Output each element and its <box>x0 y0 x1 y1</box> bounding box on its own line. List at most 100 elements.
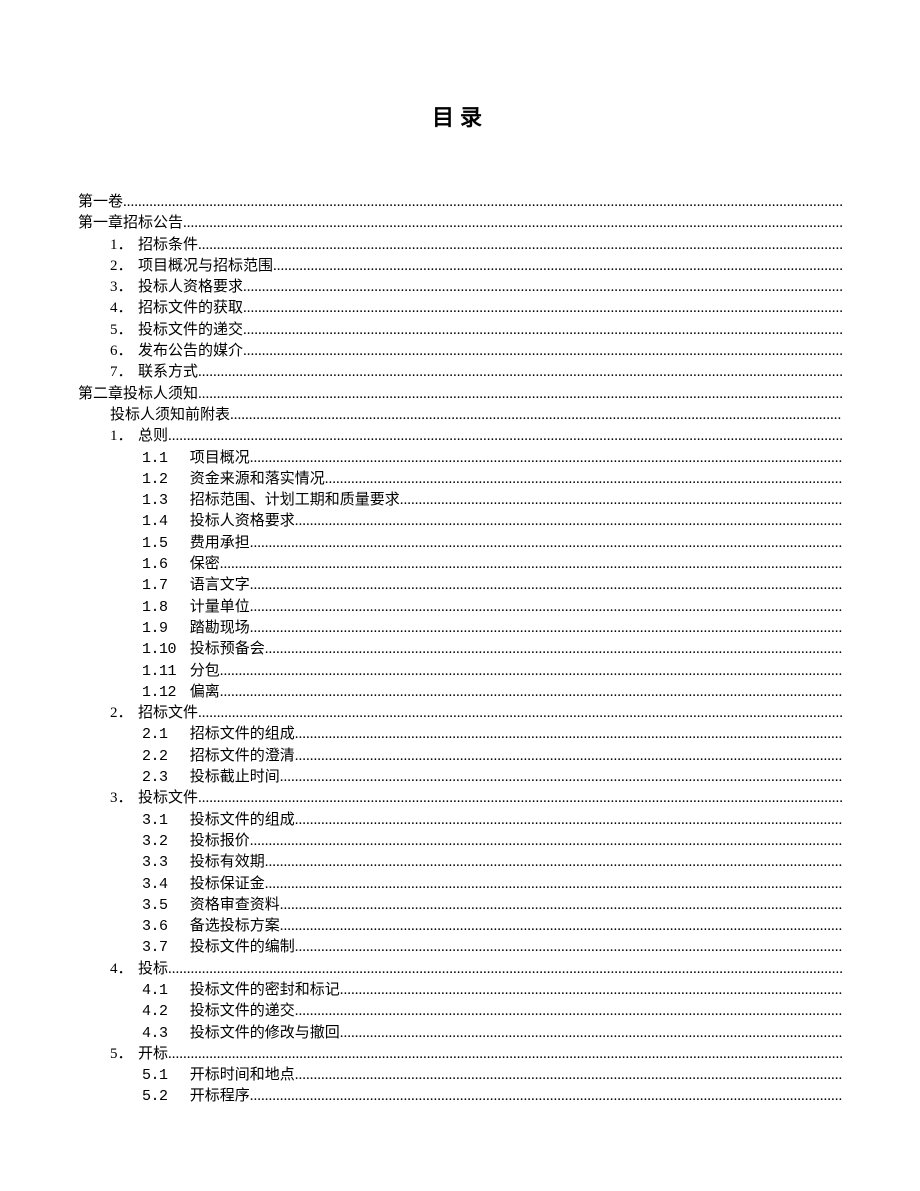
toc-entry: 3.3 投标有效期 <box>78 852 842 873</box>
toc-entry-number: 1.2 <box>142 469 186 490</box>
toc-entry: 3.6 备选投标方案 <box>78 916 842 937</box>
toc-entry-number: 1.11 <box>142 661 186 682</box>
toc-entry-label: 4．投标 <box>110 959 168 980</box>
toc-entry-text: 投标报价 <box>190 833 250 849</box>
toc-entry-label: 1.12 偏离 <box>142 682 220 703</box>
toc-entry: 4．投标 <box>78 959 842 980</box>
toc-leader-dots <box>198 362 842 383</box>
toc-entry-text: 投标文件 <box>138 790 198 806</box>
toc-entry: 3.2 投标报价 <box>78 831 842 852</box>
toc-leader-dots <box>168 1044 842 1065</box>
toc-entry-text: 第一章招标公告 <box>78 215 183 231</box>
toc-entry-number: 3.7 <box>142 937 186 958</box>
toc-entry: 1.11 分包 <box>78 661 842 682</box>
toc-entry: 1．招标条件 <box>78 235 842 256</box>
toc-entry-text: 招标条件 <box>138 237 198 253</box>
toc-entry: 1．总则 <box>78 426 842 447</box>
toc-entry-text: 费用承担 <box>190 535 250 551</box>
toc-entry-number: 5． <box>110 320 138 341</box>
toc-entry-text: 联系方式 <box>138 364 198 380</box>
toc-entry: 2．项目概况与招标范围 <box>78 256 842 277</box>
toc-entry-text: 投标人资格要求 <box>190 513 295 529</box>
toc-entry-number: 2.1 <box>142 724 186 745</box>
toc-entry-number: 2． <box>110 703 138 724</box>
toc-entry-label: 2．项目概况与招标范围 <box>110 256 273 277</box>
toc-entry-number: 4.1 <box>142 980 186 1001</box>
toc-leader-dots <box>295 746 842 767</box>
toc-leader-dots <box>123 192 842 213</box>
toc-entry: 5.2 开标程序 <box>78 1086 842 1107</box>
toc-leader-dots <box>250 597 842 618</box>
toc-entry-number: 5． <box>110 1044 138 1065</box>
toc-entry: 1.5 费用承担 <box>78 533 842 554</box>
toc-entry-number: 2． <box>110 256 138 277</box>
toc-entry-number: 7． <box>110 362 138 383</box>
table-of-contents: 第一卷 第一章招标公告 1．招标条件 2．项目概况与招标范围 3．投标人资格要求… <box>78 192 842 1108</box>
toc-entry-label: 3.4 投标保证金 <box>142 874 265 895</box>
toc-entry-label: 3.6 备选投标方案 <box>142 916 280 937</box>
toc-entry-text: 投标有效期 <box>190 854 265 870</box>
toc-entry: 3．投标人资格要求 <box>78 277 842 298</box>
toc-entry-text: 开标 <box>138 1046 168 1062</box>
toc-entry-label: 1.2 资金来源和落实情况 <box>142 469 325 490</box>
toc-entry-text: 语言文字 <box>190 577 250 593</box>
toc-entry-text: 项目概况与招标范围 <box>138 258 273 274</box>
toc-entry-number: 1.6 <box>142 554 186 575</box>
toc-entry-label: 5.2 开标程序 <box>142 1086 250 1107</box>
toc-entry-text: 计量单位 <box>190 599 250 615</box>
toc-entry-text: 招标文件 <box>138 705 198 721</box>
toc-entry: 4．招标文件的获取 <box>78 298 842 319</box>
toc-entry-text: 投标截止时间 <box>190 769 280 785</box>
toc-entry-number: 1.12 <box>142 682 186 703</box>
toc-entry-text: 项目概况 <box>190 450 250 466</box>
toc-entry-text: 开标程序 <box>190 1088 250 1104</box>
toc-leader-dots <box>198 235 842 256</box>
toc-entry-label: 1.5 费用承担 <box>142 533 250 554</box>
toc-entry-number: 5.1 <box>142 1065 186 1086</box>
toc-leader-dots <box>220 682 842 703</box>
toc-entry: 4.1 投标文件的密封和标记 <box>78 980 842 1001</box>
toc-entry-text: 投标文件的递交 <box>190 1003 295 1019</box>
toc-entry-label: 1.8 计量单位 <box>142 597 250 618</box>
toc-leader-dots <box>340 1023 842 1044</box>
toc-entry-text: 发布公告的媒介 <box>138 343 243 359</box>
toc-entry-text: 开标时间和地点 <box>190 1067 295 1083</box>
toc-entry-label: 7．联系方式 <box>110 362 198 383</box>
toc-entry: 1.3 招标范围、计划工期和质量要求 <box>78 490 842 511</box>
toc-entry-number: 1.3 <box>142 490 186 511</box>
toc-leader-dots <box>295 724 842 745</box>
toc-entry: 7．联系方式 <box>78 362 842 383</box>
toc-entry-text: 投标保证金 <box>190 876 265 892</box>
toc-entry: 投标人须知前附表 <box>78 405 842 426</box>
toc-entry-label: 4.1 投标文件的密封和标记 <box>142 980 340 1001</box>
toc-entry-number: 1.4 <box>142 511 186 532</box>
toc-entry: 3.1 投标文件的组成 <box>78 810 842 831</box>
toc-entry-text: 投标文件的修改与撤回 <box>190 1025 340 1041</box>
toc-leader-dots <box>280 767 842 788</box>
toc-leader-dots <box>230 405 842 426</box>
toc-leader-dots <box>295 937 842 958</box>
toc-entry-number: 1． <box>110 235 138 256</box>
toc-entry-number: 5.2 <box>142 1086 186 1107</box>
toc-leader-dots <box>250 533 842 554</box>
toc-leader-dots <box>250 618 842 639</box>
toc-entry-text: 投标人资格要求 <box>138 279 243 295</box>
toc-leader-dots <box>273 256 842 277</box>
toc-entry-text: 投标文件的组成 <box>190 812 295 828</box>
toc-entry-label: 6．发布公告的媒介 <box>110 341 243 362</box>
toc-entry: 第一章招标公告 <box>78 213 842 234</box>
toc-entry-text: 偏离 <box>190 684 220 700</box>
toc-entry: 3.7 投标文件的编制 <box>78 937 842 958</box>
page-title: 目录 <box>78 100 842 132</box>
toc-entry: 1.9 踏勘现场 <box>78 618 842 639</box>
toc-entry: 1.2 资金来源和落实情况 <box>78 469 842 490</box>
toc-leader-dots <box>243 298 842 319</box>
toc-leader-dots <box>325 469 842 490</box>
toc-entry-number: 1.7 <box>142 575 186 596</box>
toc-entry: 第二章投标人须知 <box>78 384 842 405</box>
toc-entry-text: 踏勘现场 <box>190 620 250 636</box>
toc-leader-dots <box>340 980 842 1001</box>
toc-entry: 3.4 投标保证金 <box>78 874 842 895</box>
toc-entry-label: 5．开标 <box>110 1044 168 1065</box>
toc-entry-text: 分包 <box>190 663 220 679</box>
